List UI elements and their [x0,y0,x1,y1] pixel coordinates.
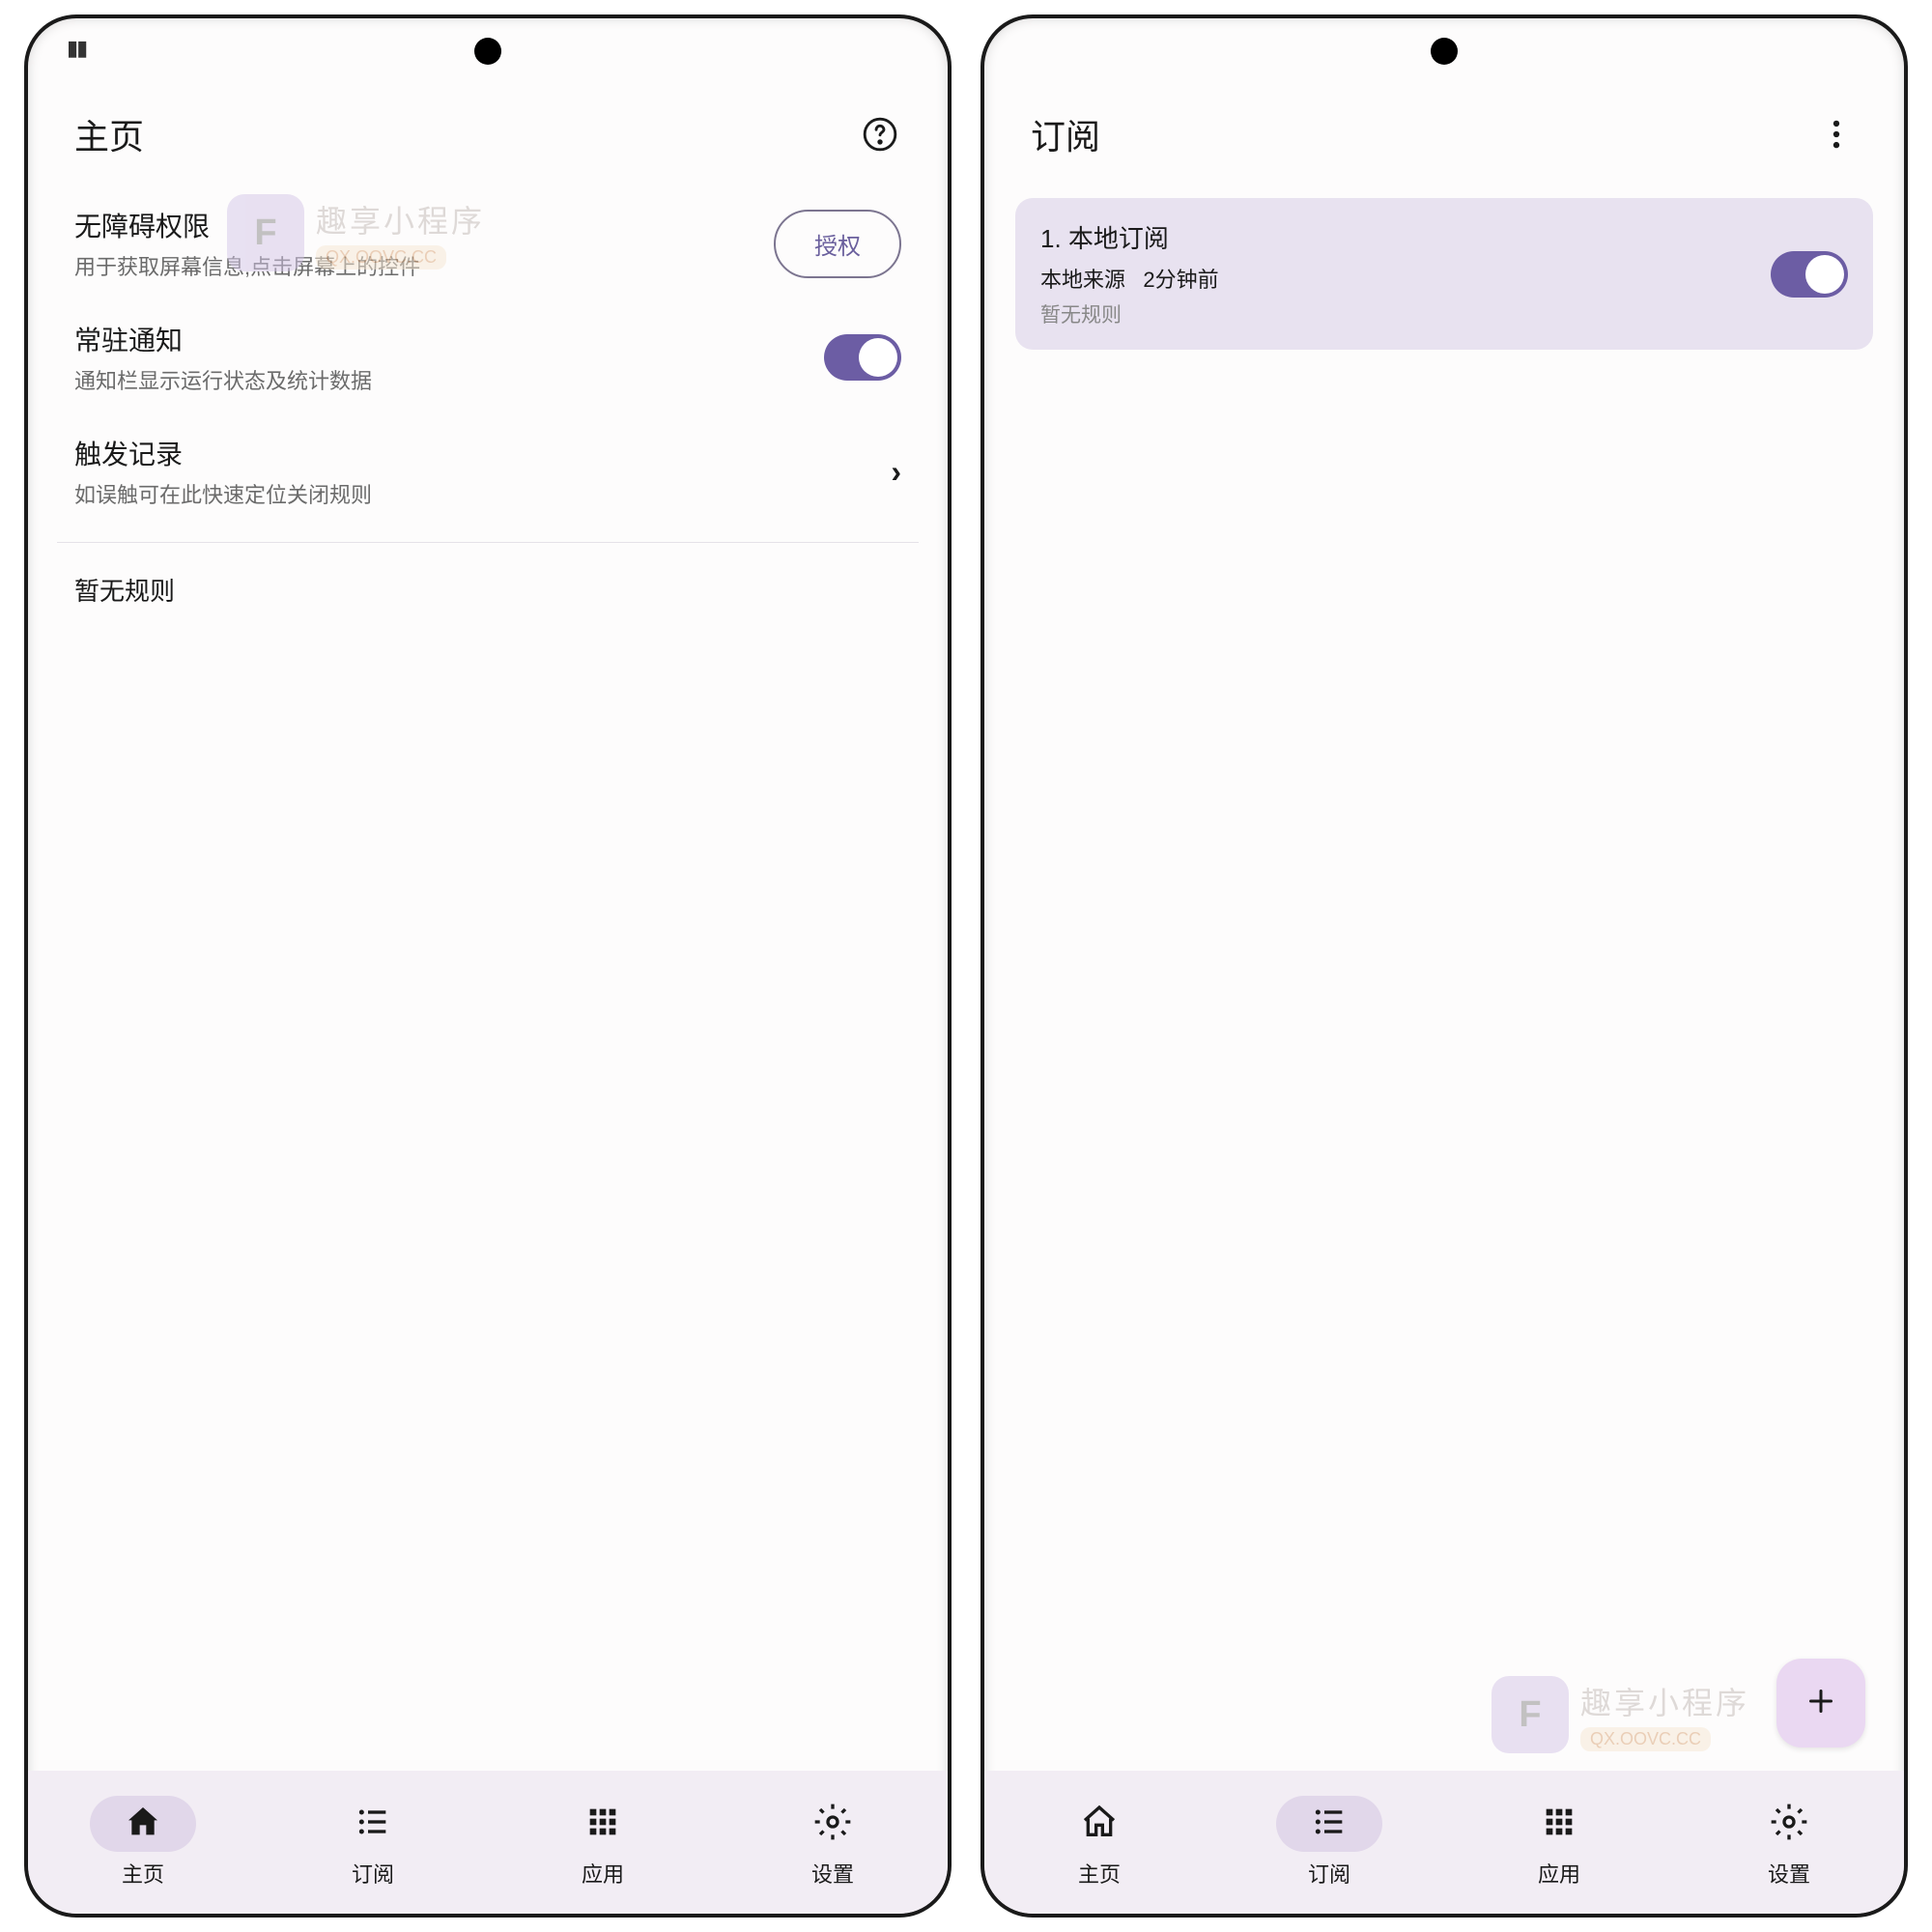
notification-toggle[interactable] [824,334,901,381]
nav-apps-label: 应用 [1538,1858,1580,1889]
list-icon [354,1803,392,1846]
watermark-icon: F [227,194,304,271]
accessibility-row[interactable]: 无障碍权限 用于获取屏幕信息,点击屏幕上的控件 授权 [28,186,948,300]
watermark-url: QX.OOVC.CC [316,245,446,270]
nav-settings-label: 设置 [811,1858,854,1889]
camera-hole [474,38,501,65]
phone-right: 订阅 1. 本地订阅 本地来源 2分钟前 暂无规则 F 趣享小程序 QX.OOV… [980,14,1908,1918]
watermark-url: QX.OOVC.CC [1580,1727,1711,1751]
page-title: 主页 [74,109,144,159]
more-icon[interactable] [1815,113,1858,156]
watermark: F 趣享小程序 QX.OOVC.CC [227,194,485,271]
camera-hole [1431,38,1458,65]
empty-rules-text: 暂无规则 [28,556,948,623]
content-area: 无障碍权限 用于获取屏幕信息,点击屏幕上的控件 授权 常驻通知 通知栏显示运行状… [28,186,948,1771]
phone-hw-button [951,424,952,569]
list-icon [1310,1803,1349,1846]
trigger-row[interactable]: 触发记录 如误触可在此快速定位关闭规则 › [28,414,948,528]
card-source: 本地来源 2分钟前 [1040,263,1219,294]
subscription-toggle[interactable] [1771,251,1848,298]
nav-subscribe-label: 订阅 [1308,1858,1350,1889]
bottom-nav: 主页 订阅 应用 设置 [984,1771,1904,1914]
gear-icon [1770,1803,1808,1846]
nav-apps-label: 应用 [582,1858,624,1889]
phone-left: ▮▮ 主页 F 趣享小程序 QX.OOVC.CC 无障碍权限 用于获取屏幕信息,… [24,14,952,1918]
authorize-button[interactable]: 授权 [774,210,901,278]
help-icon[interactable] [859,113,901,156]
chevron-right-icon: › [891,454,901,490]
nav-home-label: 主页 [122,1858,164,1889]
card-title: 1. 本地订阅 [1040,219,1219,255]
watermark-title: 趣享小程序 [1580,1679,1749,1723]
card-empty: 暂无规则 [1040,299,1219,328]
grid-icon [583,1803,622,1846]
notification-row[interactable]: 常驻通知 通知栏显示运行状态及统计数据 [28,300,948,414]
nav-subscribe[interactable]: 订阅 [258,1771,488,1914]
home-icon [124,1803,162,1846]
notification-title: 常驻通知 [74,320,372,358]
divider [57,542,919,543]
top-bar: 订阅 [984,78,1904,186]
top-bar: 主页 [28,78,948,186]
trigger-sub: 如误触可在此快速定位关闭规则 [74,478,372,509]
nav-apps[interactable]: 应用 [1444,1771,1674,1914]
home-icon [1080,1803,1119,1846]
trigger-title: 触发记录 [74,434,372,472]
watermark-icon: F [1492,1676,1569,1753]
nav-apps[interactable]: 应用 [488,1771,718,1914]
notification-sub: 通知栏显示运行状态及统计数据 [74,364,372,395]
watermark-title: 趣享小程序 [316,197,485,242]
content-area: 1. 本地订阅 本地来源 2分钟前 暂无规则 [984,186,1904,1771]
nav-home[interactable]: 主页 [984,1771,1214,1914]
nav-settings-label: 设置 [1768,1858,1810,1889]
bottom-nav: 主页 订阅 应用 设置 [28,1771,948,1914]
add-fab[interactable] [1776,1659,1865,1747]
subscription-card[interactable]: 1. 本地订阅 本地来源 2分钟前 暂无规则 [1015,198,1873,350]
phone-hw-button [951,907,952,980]
watermark: F 趣享小程序 QX.OOVC.CC [1492,1676,1749,1753]
plus-icon [1804,1684,1838,1723]
nav-home[interactable]: 主页 [28,1771,258,1914]
phone-hw-button [1907,637,1908,781]
page-title: 订阅 [1031,109,1100,159]
pause-icon: ▮▮ [67,36,86,61]
phone-hw-button [1907,424,1908,569]
nav-subscribe[interactable]: 订阅 [1214,1771,1444,1914]
nav-settings[interactable]: 设置 [1674,1771,1904,1914]
phone-hw-button [1907,907,1908,980]
nav-settings[interactable]: 设置 [718,1771,948,1914]
gear-icon [813,1803,852,1846]
nav-home-label: 主页 [1078,1858,1121,1889]
grid-icon [1540,1803,1578,1846]
phone-hw-button [951,637,952,781]
nav-subscribe-label: 订阅 [352,1858,394,1889]
